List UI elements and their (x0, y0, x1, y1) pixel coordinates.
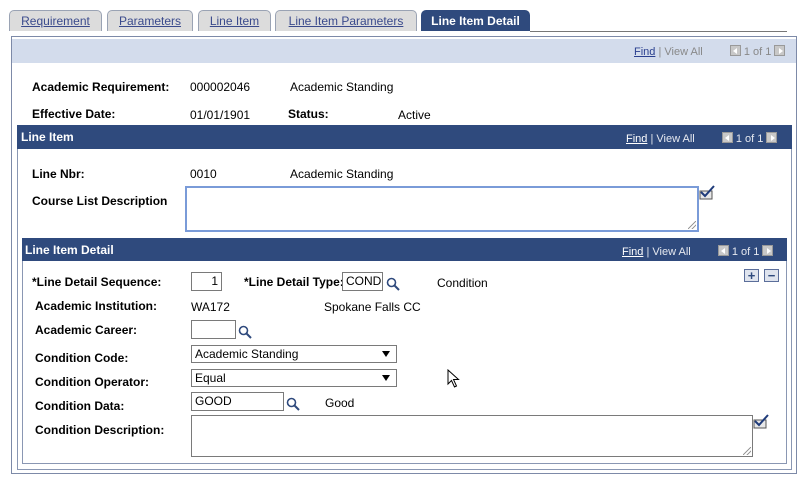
condition-operator-label: Condition Operator: (35, 375, 149, 389)
line-item-title: Line Item (21, 130, 74, 144)
academic-institution-value: WA172 (191, 300, 230, 314)
academic-institution-desc: Spokane Falls CC (324, 300, 421, 314)
effective-date-label: Effective Date: (32, 107, 116, 121)
mouse-cursor-icon (447, 369, 460, 388)
condition-data-desc: Good (325, 396, 355, 410)
academic-requirement-value: 000002046 (190, 80, 251, 94)
view-all-link[interactable]: View All (664, 46, 702, 58)
course-list-description-textarea[interactable] (185, 186, 699, 232)
line-item-nav: Find | View All 1 of 1 (626, 132, 778, 145)
tab-requirement[interactable]: Requirement (9, 10, 102, 31)
academic-institution-label: Academic Institution: (35, 299, 158, 313)
line-item-view-all-link[interactable]: View All (656, 133, 694, 145)
top-nav: Find | View All 1 of 1 (634, 45, 786, 58)
lookup-icon[interactable] (286, 397, 300, 411)
line-nbr-label: Line Nbr: (32, 167, 85, 181)
previous-icon[interactable] (721, 132, 733, 143)
line-detail-type-label: *Line Detail Type: (244, 275, 344, 289)
academic-requirement-desc: Academic Standing (290, 80, 394, 94)
condition-code-value: Academic Standing (195, 347, 299, 361)
add-row-button[interactable]: + (744, 269, 759, 282)
line-item-detail-row-count: 1 of 1 (731, 246, 760, 258)
academic-career-input[interactable] (191, 320, 236, 339)
next-icon[interactable] (766, 132, 778, 143)
resize-grip-icon[interactable] (688, 221, 696, 229)
academic-requirement-label: Academic Requirement: (32, 80, 170, 94)
resize-grip-icon[interactable] (743, 447, 751, 455)
condition-data-label: Condition Data: (35, 399, 125, 413)
tab-line-item[interactable]: Line Item (198, 10, 271, 31)
spell-check-icon[interactable] (698, 185, 716, 201)
condition-data-input[interactable]: GOOD (191, 392, 284, 411)
line-item-row-count: 1 of 1 (735, 133, 764, 145)
previous-icon[interactable] (729, 45, 741, 56)
delete-row-button[interactable]: − (764, 269, 779, 282)
condition-description-textarea[interactable] (191, 415, 753, 457)
line-detail-type-desc: Condition (437, 276, 488, 290)
condition-operator-select[interactable]: Equal (191, 369, 397, 387)
spell-check-icon[interactable] (752, 414, 770, 430)
condition-code-label: Condition Code: (35, 351, 129, 365)
line-detail-sequence-label: *Line Detail Sequence: (32, 275, 162, 289)
lookup-icon[interactable] (238, 325, 252, 339)
previous-icon[interactable] (717, 245, 729, 256)
chevron-down-icon (382, 351, 390, 357)
effective-date-value: 01/01/1901 (190, 108, 251, 122)
line-item-find-link[interactable]: Find (626, 133, 647, 145)
line-item-detail-title: Line Item Detail (25, 243, 114, 257)
lookup-icon[interactable] (386, 277, 400, 291)
status-value: Active (398, 108, 431, 122)
line-item-detail-nav: Find | View All 1 of 1 (622, 245, 774, 258)
line-nbr-desc: Academic Standing (290, 167, 394, 181)
line-item-detail-find-link[interactable]: Find (622, 246, 643, 258)
chevron-down-icon (382, 375, 390, 381)
condition-operator-value: Equal (195, 371, 226, 385)
next-icon[interactable] (762, 245, 774, 256)
line-nbr-value: 0010 (190, 167, 217, 181)
tab-line-item-detail[interactable]: Line Item Detail (421, 10, 530, 31)
line-detail-type-input[interactable]: COND (342, 272, 383, 291)
tab-parameters[interactable]: Parameters (107, 10, 193, 31)
row-count: 1 of 1 (743, 46, 772, 58)
tab-underline (530, 31, 787, 32)
next-icon[interactable] (774, 45, 786, 56)
find-link[interactable]: Find (634, 46, 655, 58)
line-detail-sequence-input[interactable]: 1 (191, 272, 222, 291)
academic-career-label: Academic Career: (35, 323, 138, 337)
condition-code-select[interactable]: Academic Standing (191, 345, 397, 363)
status-label: Status: (288, 107, 329, 121)
course-list-description-label: Course List Description (32, 194, 168, 208)
line-item-detail-view-all-link[interactable]: View All (652, 246, 690, 258)
condition-description-label: Condition Description: (35, 423, 165, 437)
tab-line-item-parameters[interactable]: Line Item Parameters (275, 10, 417, 31)
